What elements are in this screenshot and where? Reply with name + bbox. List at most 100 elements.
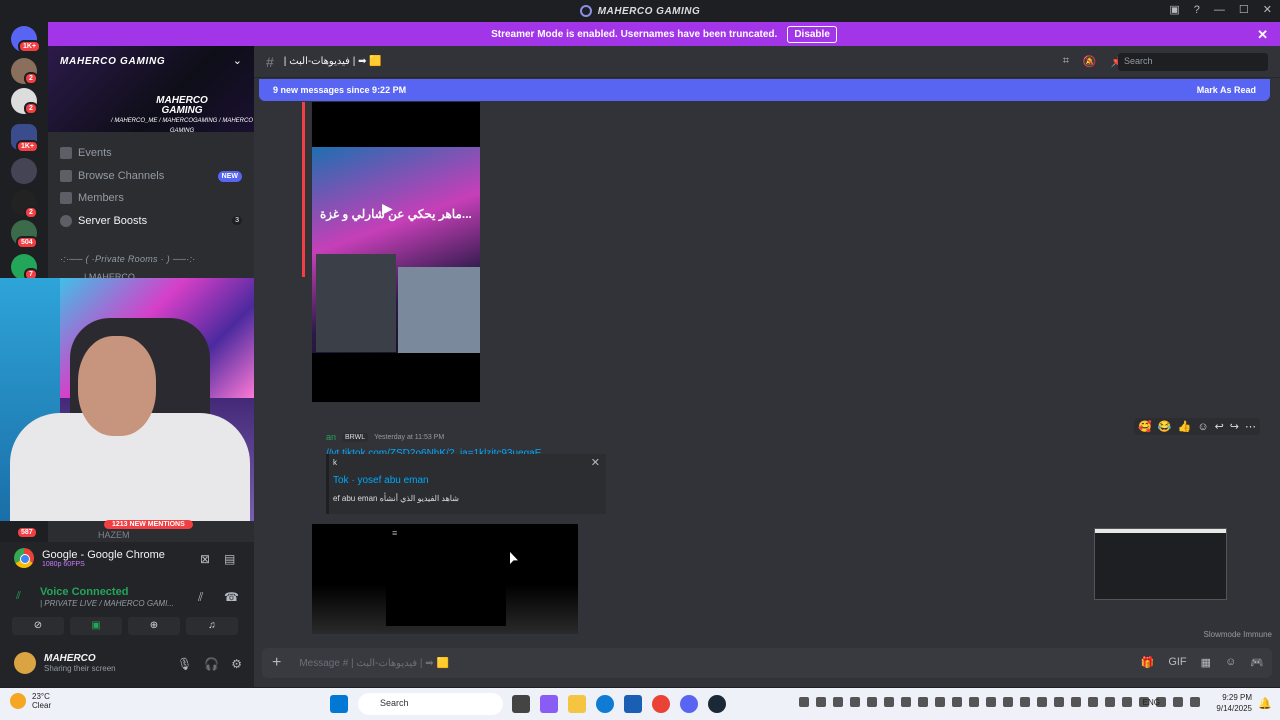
chevron-down-icon[interactable]: ⌄ <box>233 54 242 67</box>
voice-channel-name[interactable]: | PRIVATE LIVE / MAHERCO GAMI... <box>40 599 174 608</box>
server-social: / MAHERCO_ME / MAHERCOGAMING / MAHERCO G… <box>110 118 253 134</box>
tray-icon[interactable] <box>1122 697 1132 707</box>
tray-icon[interactable] <box>1105 697 1115 707</box>
tray-icon[interactable] <box>918 697 928 707</box>
tray-icon[interactable] <box>1037 697 1047 707</box>
add-attachment-icon[interactable]: + <box>272 654 281 672</box>
gear-icon[interactable]: ⚙ <box>231 657 242 671</box>
nav-events[interactable]: Events <box>60 147 112 159</box>
threads-icon[interactable]: ⌗ <box>1063 55 1069 68</box>
tray-icon[interactable] <box>833 697 843 707</box>
tray-icon[interactable] <box>1020 697 1030 707</box>
inbox-icon[interactable]: ▣ <box>1169 3 1179 16</box>
tray-icon[interactable] <box>816 697 826 707</box>
screen-share-button[interactable]: ▣ <box>70 617 122 635</box>
help-icon[interactable]: ? <box>1194 4 1200 16</box>
weather-icon <box>10 693 26 709</box>
soundboard-button[interactable]: ♫ <box>186 617 238 635</box>
tray-icon[interactable] <box>1190 697 1200 707</box>
thumbs-up-icon[interactable]: 👍 <box>1178 420 1192 433</box>
tray-icon[interactable] <box>1088 697 1098 707</box>
embed-title[interactable]: Tok · yosef abu eman <box>333 475 429 486</box>
start-icon[interactable] <box>330 695 348 713</box>
message-input[interactable]: Message # | فيديوهات-البث | ➡ 🟨 <box>299 658 449 669</box>
sticker-icon[interactable]: ▦ <box>1201 656 1211 669</box>
close-banner-icon[interactable]: ✕ <box>1257 27 1268 43</box>
server-icon[interactable] <box>11 158 37 184</box>
tray-icon[interactable] <box>901 697 911 707</box>
disconnect-icon[interactable]: ☎ <box>224 590 239 604</box>
message-author[interactable]: an <box>326 432 336 442</box>
embed-video[interactable]: ≡ <box>312 524 578 634</box>
nav-browse-channels[interactable]: Browse Channels <box>60 170 164 182</box>
emoji-icon[interactable]: ☺ <box>1225 656 1236 669</box>
maximize-icon[interactable]: ☐ <box>1239 3 1249 16</box>
tray-icon[interactable] <box>986 697 996 707</box>
tray-icon[interactable] <box>1054 697 1064 707</box>
tray-icon[interactable] <box>884 697 894 707</box>
tray-icon[interactable] <box>935 697 945 707</box>
video-thumb-right <box>398 267 480 353</box>
minimize-icon[interactable]: — <box>1214 4 1225 16</box>
notification-icon[interactable]: 🔕 <box>1083 55 1097 68</box>
edge-icon[interactable] <box>596 695 614 713</box>
weather-condition: Clear <box>32 701 52 710</box>
taskbar-search[interactable]: Search <box>358 693 503 715</box>
gift-icon[interactable]: 🎁 <box>1141 656 1155 669</box>
tray-icon[interactable] <box>850 697 860 707</box>
chrome-taskbar-icon[interactable] <box>652 695 670 713</box>
tray-icon[interactable] <box>1173 697 1183 707</box>
reaction-emoji-icon[interactable]: 😂 <box>1158 420 1172 433</box>
disable-button[interactable]: Disable <box>787 25 837 43</box>
signal-icon[interactable]: ⫽ <box>16 590 21 603</box>
stream-settings-icon[interactable]: ▤ <box>224 552 235 566</box>
close-icon[interactable]: ✕ <box>1263 3 1272 16</box>
server-header[interactable]: MAHERCO GAMING ⌄ MAHERCO GAMING / MAHERC… <box>48 46 254 134</box>
screen-preview-thumbnail[interactable] <box>1094 528 1227 600</box>
remove-embed-icon[interactable]: ✕ <box>591 456 600 469</box>
new-mentions-badge[interactable]: 1213 NEW MENTIONS <box>104 520 193 529</box>
tray-icon[interactable] <box>952 697 962 707</box>
play-icon[interactable]: ▶ <box>382 200 393 217</box>
new-messages-bar[interactable]: 9 new messages since 9:22 PM Mark As Rea… <box>259 79 1270 101</box>
steam-icon[interactable] <box>708 695 726 713</box>
server-banner-logo: MAHERCO GAMING / MAHERCO_ME / MAHERCOGAM… <box>110 96 254 136</box>
tray-icon[interactable] <box>1003 697 1013 707</box>
pinned-apps <box>512 695 726 713</box>
category-private-rooms[interactable]: ·:·── ( ·Private Rooms · ) ──·:· <box>60 254 196 264</box>
stop-stream-icon[interactable]: ⊠ <box>200 552 210 566</box>
reply-icon[interactable]: ↩ <box>1215 420 1224 433</box>
gif-icon[interactable]: GIF <box>1168 656 1186 669</box>
clock[interactable]: 9:29 PM 9/14/2025 <box>1216 692 1252 714</box>
noise-suppression-icon[interactable]: ⫽ <box>198 590 203 605</box>
input-language[interactable]: ENG <box>1143 698 1160 707</box>
nav-server-boosts[interactable]: Server Boosts <box>60 215 147 227</box>
tray-icon[interactable] <box>969 697 979 707</box>
more-icon[interactable]: ⋯ <box>1245 420 1256 433</box>
headphones-icon[interactable]: 🎧 <box>204 657 219 671</box>
mark-as-read-button[interactable]: Mark As Read <box>1197 85 1256 95</box>
add-reaction-icon[interactable]: ☺ <box>1197 421 1208 433</box>
user-status: Sharing their screen <box>44 664 116 673</box>
activity-button[interactable]: ⊕ <box>128 617 180 635</box>
store-icon[interactable] <box>624 695 642 713</box>
weather-widget[interactable]: 23°C Clear <box>10 692 51 710</box>
microphone-icon[interactable]: 🎙 <box>177 657 192 671</box>
reaction-emoji-icon[interactable]: 🥰 <box>1138 420 1152 433</box>
nav-members[interactable]: Members <box>60 192 124 204</box>
forward-icon[interactable]: ↪ <box>1230 420 1239 433</box>
file-explorer-icon[interactable] <box>568 695 586 713</box>
current-user[interactable]: MAHERCO Sharing their screen <box>14 652 116 674</box>
task-view-icon[interactable] <box>512 695 530 713</box>
tray-icon[interactable] <box>867 697 877 707</box>
discord-taskbar-icon[interactable] <box>680 695 698 713</box>
video-attachment[interactable]: ماهر يحكي عن شارلي و غزة... ▶ <box>312 102 480 402</box>
notification-bell-icon[interactable]: 🔔 <box>1258 697 1272 710</box>
copilot-icon[interactable] <box>540 695 558 713</box>
tray-icon[interactable] <box>799 697 809 707</box>
activity-icon[interactable]: 🎮 <box>1250 656 1264 669</box>
stream-info[interactable]: Google - Google Chrome 1080p 60FPS <box>14 548 165 568</box>
camera-off-button[interactable]: ⊘ <box>12 617 64 635</box>
search-input[interactable]: Search <box>1118 53 1268 71</box>
tray-icon[interactable] <box>1071 697 1081 707</box>
